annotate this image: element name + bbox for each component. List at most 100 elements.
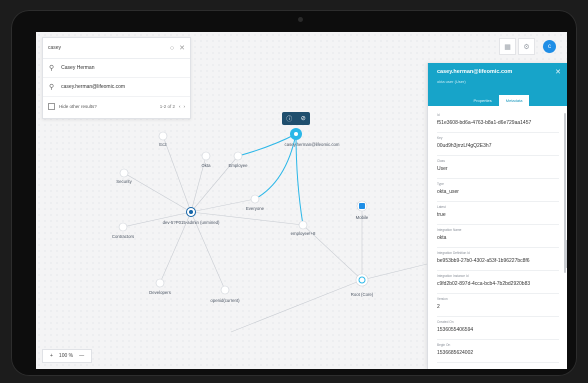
field-value: be953bb9-27b0-4302-a53f-1b96227bc8f6	[437, 258, 530, 264]
highlight-edge	[295, 133, 304, 226]
zoom-in-button[interactable]: +	[50, 353, 53, 359]
detail-title: casey.herman@lifeomic.com	[437, 69, 513, 75]
edge	[162, 135, 192, 213]
node-label: employee!+8	[290, 231, 316, 236]
field-version: Version 2	[437, 294, 559, 317]
field-label: Integration Definition Id	[437, 251, 470, 255]
field-value: c9fd2b02-897d-4cca-bcb4-7b2bd2920b83	[437, 281, 531, 287]
node-label: Everyone	[245, 206, 265, 211]
close-icon[interactable]: ✕	[179, 44, 185, 52]
detail-header: casey.herman@lifeomic.com okta user (Use…	[428, 63, 567, 106]
close-icon[interactable]: ✕	[555, 68, 561, 76]
grid-icon[interactable]: ▦	[499, 38, 516, 55]
field-label: Latest	[437, 205, 446, 209]
field-value: 2	[437, 304, 440, 310]
field-key: Key 00ud9h3jrrzLf4gQ2E3h7	[437, 133, 559, 156]
field-integration-name: Integration Name okta	[437, 225, 559, 248]
field-value: f51e3608-bd6a-4763-b8a1-d6e729aa1457	[437, 120, 532, 126]
tab-metadata[interactable]: Metadata	[498, 95, 530, 106]
field-latest: Latest true	[437, 202, 559, 225]
app-screen: ⓘ ⊘ casey.herman@lifeomic.com Ec2 Securi…	[36, 32, 567, 369]
hide-results-checkbox[interactable]	[48, 103, 55, 110]
field-type: Type okta_user	[437, 179, 559, 202]
node-label: Security	[116, 179, 132, 184]
eye-off-icon[interactable]: ⊘	[301, 115, 306, 122]
tab-properties[interactable]: Properties	[467, 95, 499, 106]
user-icon: ⚲	[49, 65, 55, 72]
chevron-right-icon[interactable]: ›	[184, 104, 186, 109]
field-value: okta	[437, 235, 447, 241]
info-icon[interactable]: ⓘ	[286, 114, 292, 123]
avatar[interactable]: c	[543, 40, 556, 53]
node-context-menu: ⓘ ⊘	[282, 112, 310, 125]
toolbar: ▦ ⚙ c	[497, 38, 556, 55]
node-label: Ec2	[159, 142, 167, 147]
field-value: true	[437, 212, 446, 218]
search-panel: casey ○ ✕ ⚲ Casey Herman ⚲ casey.herman@…	[42, 37, 191, 119]
node-openid[interactable]	[220, 285, 230, 295]
list-item[interactable]: ⚲ casey.herman@lifeomic.com	[43, 78, 190, 97]
node-ec2[interactable]	[158, 131, 168, 141]
node-everyone[interactable]	[250, 194, 260, 204]
edge	[230, 279, 363, 333]
node-label: Employee	[228, 163, 248, 168]
field-integration-definition-id: Integration Definition Id be953bb9-27b0-4…	[437, 248, 559, 271]
zoom-out-button[interactable]: —	[79, 353, 84, 359]
detail-tabs: Properties Metadata	[428, 95, 567, 106]
chevron-left-icon[interactable]: ‹	[179, 104, 181, 109]
node-label: Developers	[149, 290, 171, 295]
edge	[361, 263, 428, 281]
detail-subtitle: okta user (User)	[437, 79, 466, 84]
field-value: okta_user	[437, 189, 459, 195]
node-label: Mobile	[355, 215, 369, 220]
node-employee[interactable]	[233, 151, 243, 161]
user-icon	[294, 132, 298, 136]
search-input[interactable]: casey ○ ✕	[43, 38, 190, 59]
search-footer: Hide other results? 1-2 of 2 ‹ ›	[43, 97, 190, 116]
field-value: User	[437, 166, 448, 172]
zoom-control: + 100 % —	[42, 349, 93, 363]
user-icon: ⚲	[49, 84, 55, 91]
field-value: 1536685624002	[437, 350, 474, 356]
node-contractors[interactable]	[118, 222, 128, 232]
result-label: Casey Herman	[61, 65, 95, 71]
field-label: Key	[437, 136, 443, 140]
node-label: casey.herman@lifeomic.com	[284, 142, 340, 147]
result-label: casey.herman@lifeomic.com	[61, 84, 126, 90]
node-label: dev-5?P015-admin (unmined)	[162, 220, 220, 225]
center-dot	[189, 210, 193, 214]
node-label: openid(current)	[210, 298, 240, 303]
search-query[interactable]: casey	[48, 45, 165, 51]
field-begin-on: Begin On 1536685624002	[437, 340, 559, 363]
field-label: Id	[437, 113, 440, 117]
shield-icon	[359, 203, 365, 209]
node-label: Contractors	[111, 234, 135, 239]
field-created-on: Created On 1536055406594	[437, 317, 559, 340]
gear-icon[interactable]: ⚙	[518, 38, 535, 55]
node-label: Okta	[201, 163, 211, 168]
node-okta[interactable]	[201, 151, 211, 161]
field-label: Class	[437, 159, 445, 163]
detail-panel: casey.herman@lifeomic.com okta user (Use…	[427, 63, 567, 369]
field-label: Created On	[437, 320, 454, 324]
node-security[interactable]	[119, 168, 129, 178]
node-root[interactable]	[355, 273, 369, 287]
hide-results-label: Hide other results?	[59, 104, 97, 109]
field-label: Integration Instance Id	[437, 274, 469, 278]
field-integration-instance-id: Integration Instance Id c9fd2b02-897d-4cc…	[437, 271, 559, 294]
camera	[298, 17, 303, 22]
search-icon[interactable]: ○	[170, 45, 174, 52]
edge	[123, 172, 192, 213]
field-label: Version	[437, 297, 448, 301]
metadata-list: Id f51e3608-bd6a-4763-b8a1-d6e729aa1457 K…	[428, 106, 567, 367]
field-class: Class User	[437, 156, 559, 179]
node-developers[interactable]	[155, 278, 165, 288]
zoom-level: 100 %	[58, 353, 74, 359]
list-item[interactable]: ⚲ Casey Herman	[43, 59, 190, 78]
field-label: Type	[437, 182, 444, 186]
field-value: 1536055406594	[437, 327, 474, 333]
field-value: 00ud9h3jrrzLf4gQ2E3h7	[437, 143, 492, 149]
field-id: Id f51e3608-bd6a-4763-b8a1-d6e729aa1457	[437, 110, 559, 133]
panel-resize-handle[interactable]	[565, 240, 567, 268]
node-emp8[interactable]	[298, 220, 308, 230]
